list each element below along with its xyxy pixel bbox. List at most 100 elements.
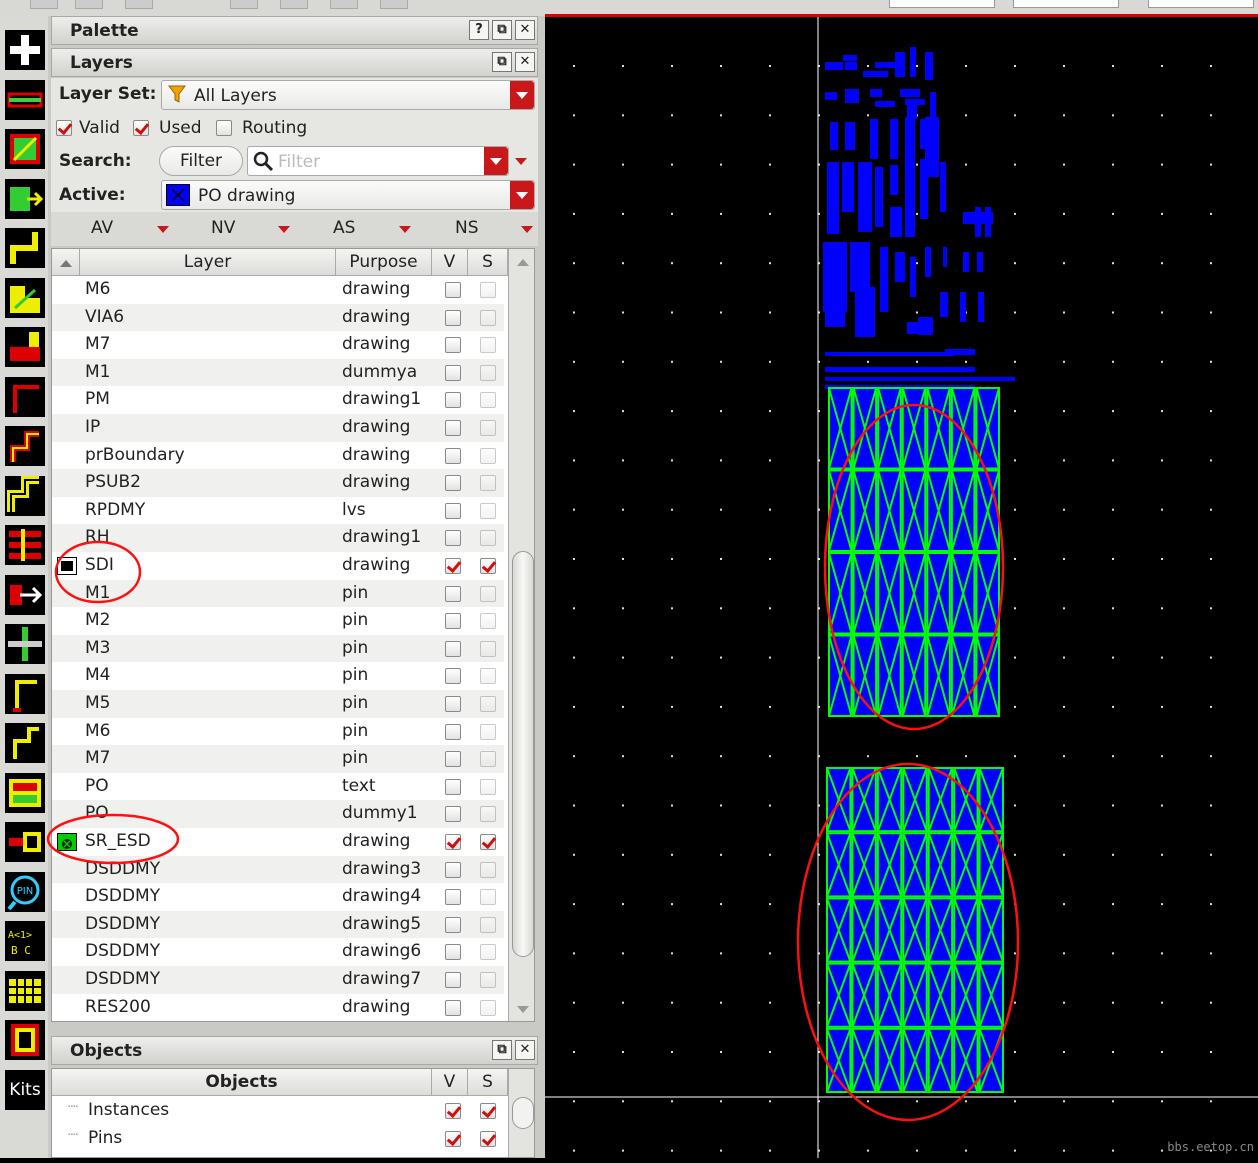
guard-ring-icon[interactable] — [5, 327, 45, 367]
layer-visible-checkbox[interactable] — [445, 944, 461, 961]
layer-visible-checkbox[interactable] — [445, 916, 461, 933]
layer-visible-checkbox[interactable] — [445, 447, 461, 464]
layer-visible-checkbox[interactable] — [445, 558, 461, 574]
layer-row[interactable]: M2 pin — [52, 607, 504, 635]
layer-selectable-checkbox[interactable] — [480, 999, 496, 1016]
layer-row[interactable]: DSDDMY drawing7 — [52, 966, 504, 994]
layer-row[interactable]: RH drawing1 — [52, 524, 504, 552]
layer-selectable-checkbox[interactable] — [480, 475, 496, 492]
layer-visible-checkbox[interactable] — [445, 420, 461, 436]
kits-button[interactable]: Kits — [5, 1070, 45, 1110]
layer-row[interactable]: RES200 drawing — [52, 994, 504, 1021]
float-button[interactable]: ⧉ — [492, 20, 512, 40]
filter-button[interactable]: Filter — [159, 146, 243, 176]
layer-visible-checkbox[interactable] — [445, 806, 461, 823]
layer-selectable-checkbox[interactable] — [480, 613, 496, 630]
layer-visible-checkbox[interactable] — [445, 475, 461, 492]
layer-visible-checkbox[interactable] — [445, 640, 461, 657]
toolbar-field[interactable] — [889, 0, 995, 8]
layer-row[interactable]: VIA6 drawing — [52, 303, 504, 332]
v-column-header[interactable]: V — [432, 249, 468, 276]
av-button[interactable]: AV — [91, 218, 113, 238]
search-dropdown-icon[interactable] — [484, 147, 508, 175]
instances-visible-checkbox[interactable] — [445, 1103, 461, 1119]
layer-row[interactable]: M1 dummya — [52, 358, 504, 387]
objects-v-header[interactable]: V — [432, 1069, 468, 1096]
active-layer-dropdown[interactable]: PO drawing — [161, 180, 535, 210]
double-step-icon[interactable] — [5, 426, 45, 466]
as-menu-icon[interactable] — [399, 226, 411, 233]
layer-selectable-checkbox[interactable] — [480, 309, 496, 326]
layer-column-header[interactable]: Layer — [80, 249, 336, 276]
pin-search-icon[interactable]: PIN — [5, 872, 45, 912]
sort-header[interactable] — [52, 249, 80, 276]
corner-path-icon[interactable] — [5, 674, 45, 714]
as-button[interactable]: AS — [333, 218, 355, 238]
layer-row[interactable]: M7 drawing — [52, 331, 504, 359]
ns-button[interactable]: NS — [455, 218, 479, 238]
layer-row[interactable]: DSDDMY drawing4 — [52, 883, 504, 911]
chevron-down-icon[interactable] — [510, 81, 534, 109]
layer-visible-checkbox[interactable] — [445, 530, 461, 547]
layer-visible-checkbox[interactable] — [445, 668, 461, 685]
layer-selectable-checkbox[interactable] — [480, 337, 496, 354]
bus-icon[interactable] — [5, 525, 45, 565]
layer-selectable-checkbox[interactable] — [480, 668, 496, 685]
layer-selectable-checkbox[interactable] — [480, 502, 496, 519]
array-icon[interactable] — [5, 773, 45, 813]
layer-selectable-checkbox[interactable] — [480, 392, 496, 409]
layer-set-dropdown[interactable]: All Layers — [161, 80, 535, 110]
toolbar-icon[interactable] — [280, 0, 308, 9]
label-abc-icon[interactable]: A<1> B C — [5, 921, 45, 961]
instances-select-checkbox[interactable] — [480, 1103, 496, 1119]
layer-visible-checkbox[interactable] — [445, 309, 461, 326]
toolbar-icon[interactable] — [330, 0, 358, 9]
layer-selectable-checkbox[interactable] — [480, 778, 496, 795]
layer-row[interactable]: M5 pin — [52, 690, 504, 718]
ns-menu-icon[interactable] — [521, 226, 533, 233]
layer-row[interactable]: DSDDMY drawing5 — [52, 910, 504, 939]
chevron-down-icon[interactable] — [510, 181, 534, 209]
av-menu-icon[interactable] — [157, 226, 169, 233]
objects-s-header[interactable]: S — [468, 1069, 508, 1096]
layer-row[interactable]: M6 pin — [52, 718, 504, 746]
scroll-up-icon[interactable] — [517, 259, 529, 266]
layer-visible-checkbox[interactable] — [445, 889, 461, 906]
double-corner-icon[interactable] — [5, 723, 45, 763]
layer-row[interactable]: PM drawing1 — [52, 386, 504, 414]
move-arrow-icon[interactable] — [5, 575, 45, 615]
layer-selectable-checkbox[interactable] — [480, 558, 496, 574]
layer-visible-checkbox[interactable] — [445, 751, 461, 768]
instance-icon[interactable] — [5, 179, 45, 219]
layer-row[interactable]: M7 pin — [52, 745, 504, 773]
scroll-down-icon[interactable] — [517, 1006, 529, 1013]
toolbar-icon[interactable] — [230, 0, 258, 9]
nv-button[interactable]: NV — [211, 218, 235, 238]
layer-visible-checkbox[interactable] — [445, 282, 461, 298]
layer-row[interactable]: SR_ESD drawing — [52, 828, 504, 856]
layer-selectable-checkbox[interactable] — [480, 944, 496, 961]
layers-close-button[interactable]: ✕ — [515, 52, 535, 72]
search-options-icon[interactable] — [515, 158, 527, 165]
layer-visible-checkbox[interactable] — [445, 337, 461, 354]
layer-row[interactable]: PO dummy1 — [52, 800, 504, 828]
step-wire-icon[interactable] — [5, 377, 45, 417]
layer-selectable-checkbox[interactable] — [480, 364, 496, 381]
toolbar-icon[interactable] — [75, 0, 103, 9]
layer-visible-checkbox[interactable] — [445, 778, 461, 795]
layer-visible-checkbox[interactable] — [445, 502, 461, 519]
layer-selectable-checkbox[interactable] — [480, 723, 496, 740]
path-icon[interactable] — [5, 228, 45, 268]
layer-row[interactable]: M4 pin — [52, 662, 504, 690]
layer-row[interactable]: DSDDMY drawing6 — [52, 938, 504, 966]
objects-scrollbar-thumb[interactable] — [512, 1097, 534, 1129]
pins-visible-checkbox[interactable] — [445, 1131, 461, 1147]
layer-selectable-checkbox[interactable] — [480, 447, 496, 464]
object-row-pins[interactable]: ┈ Pins — [52, 1125, 504, 1153]
cross-icon[interactable] — [5, 624, 45, 664]
layer-row[interactable]: M6 drawing — [52, 276, 504, 304]
layer-selectable-checkbox[interactable] — [480, 806, 496, 823]
layer-visible-checkbox[interactable] — [445, 834, 461, 850]
toolbar-field[interactable] — [1148, 0, 1254, 8]
layer-selectable-checkbox[interactable] — [480, 530, 496, 547]
